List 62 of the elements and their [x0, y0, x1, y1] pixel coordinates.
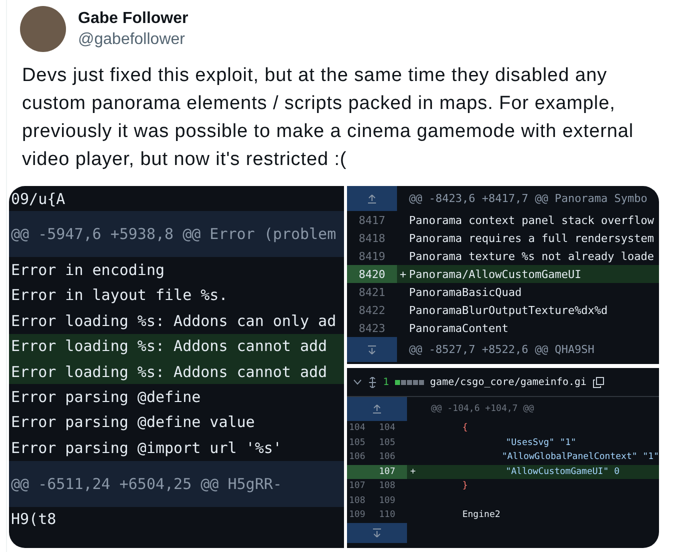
- code-line: Error parsing @define value: [10, 412, 256, 434]
- code-line: Error loading %s: Addons can only ad: [10, 310, 338, 332]
- code-line: Panorama requires a full rendersystem: [409, 232, 654, 244]
- line-number: 110: [378, 510, 396, 520]
- code-line: }: [461, 481, 468, 492]
- author-handle[interactable]: @gabefollower: [78, 30, 188, 48]
- line-number: 8418: [358, 232, 386, 244]
- change-count: 1: [383, 376, 390, 388]
- line-number: 105: [348, 438, 366, 448]
- code-line: Panorama/AllowCustomGameUI: [409, 268, 582, 280]
- copy-icon[interactable]: [592, 376, 604, 388]
- line-number: 108: [348, 496, 366, 506]
- line-number: 106: [348, 452, 366, 462]
- line-number: 8422: [358, 304, 386, 316]
- code-line: H9(t8: [10, 509, 58, 530]
- code-line: PanoramaBlurOutputTexture%dx%d: [409, 304, 608, 316]
- hunk-header: @@ -5947,6 +5938,8 @@ Error (problem: [9, 211, 344, 258]
- hunk-header: @@ -6511,24 +6504,25 @@ H5gRR-: [9, 460, 344, 507]
- line-number: 109: [378, 496, 396, 506]
- hunk-header: @@ -8527,7 +8522,6 @@ QHA9SH: [409, 343, 594, 356]
- line-number: 8419: [358, 250, 386, 262]
- code-line: "AllowCustomGameUI" 0: [504, 466, 620, 477]
- code-line: Error in layout file %s.: [10, 285, 229, 306]
- hunk-header: @@ -104,6 +104,7 @@: [431, 404, 534, 414]
- diffstat-icon: [395, 380, 424, 384]
- code-line: Engine2: [461, 510, 500, 520]
- hunk-header: @@ -8423,6 +8417,7 @@ Panorama Symbo: [409, 192, 648, 205]
- author-name[interactable]: Gabe Follower: [78, 10, 188, 28]
- code-line: "UsesSvg" "1": [504, 438, 576, 448]
- line-number: 8421: [358, 286, 386, 298]
- code-line: Panorama texture %s not already loade: [409, 250, 654, 262]
- plus-sign: +: [398, 268, 408, 280]
- line-number: 109: [348, 510, 366, 520]
- line-number: 107: [378, 466, 396, 477]
- expand-down-icon[interactable]: [367, 344, 377, 354]
- expand-up-icon[interactable]: [367, 194, 377, 204]
- line-number: 8420: [358, 268, 386, 280]
- line-number: 104: [348, 423, 366, 434]
- line-number: 107: [348, 481, 366, 492]
- code-line: 09/u{A: [10, 188, 66, 210]
- code-line: Error parsing @define: [10, 387, 202, 408]
- code-line: Error parsing @import url '%s': [10, 438, 283, 459]
- line-number: 105: [378, 438, 396, 448]
- code-line: Panorama context panel stack overflow: [409, 214, 654, 226]
- post-text: Devs just fixed this exploit, but at the same time they disabled any custom panorama elements / scripts packed in maps. For example, previously it was possible to make a cinema gamemode with external video player, but now it's restricted :(: [22, 64, 635, 172]
- line-number: 8417: [358, 214, 386, 226]
- expand-up-icon[interactable]: [372, 404, 382, 414]
- line-number: 108: [378, 481, 396, 492]
- line-number: 104: [378, 423, 396, 434]
- file-path: game/csgo_core/gameinfo.gi: [430, 376, 587, 388]
- code-line: PanoramaBasicQuad: [409, 286, 522, 298]
- avatar[interactable]: [20, 6, 66, 52]
- code-line: PanoramaContent: [409, 322, 508, 334]
- line-number: 8423: [358, 322, 386, 334]
- expand-down-icon[interactable]: [372, 528, 382, 538]
- code-line: "AllowGlobalPanelContext" "1": [500, 452, 659, 462]
- line-number: 106: [378, 452, 396, 462]
- chevron-down-icon[interactable]: [353, 379, 362, 385]
- expand-icon[interactable]: [368, 376, 377, 388]
- code-line: Error in encoding: [10, 260, 166, 282]
- code-line: {: [461, 423, 468, 434]
- plus-sign: +: [409, 466, 417, 477]
